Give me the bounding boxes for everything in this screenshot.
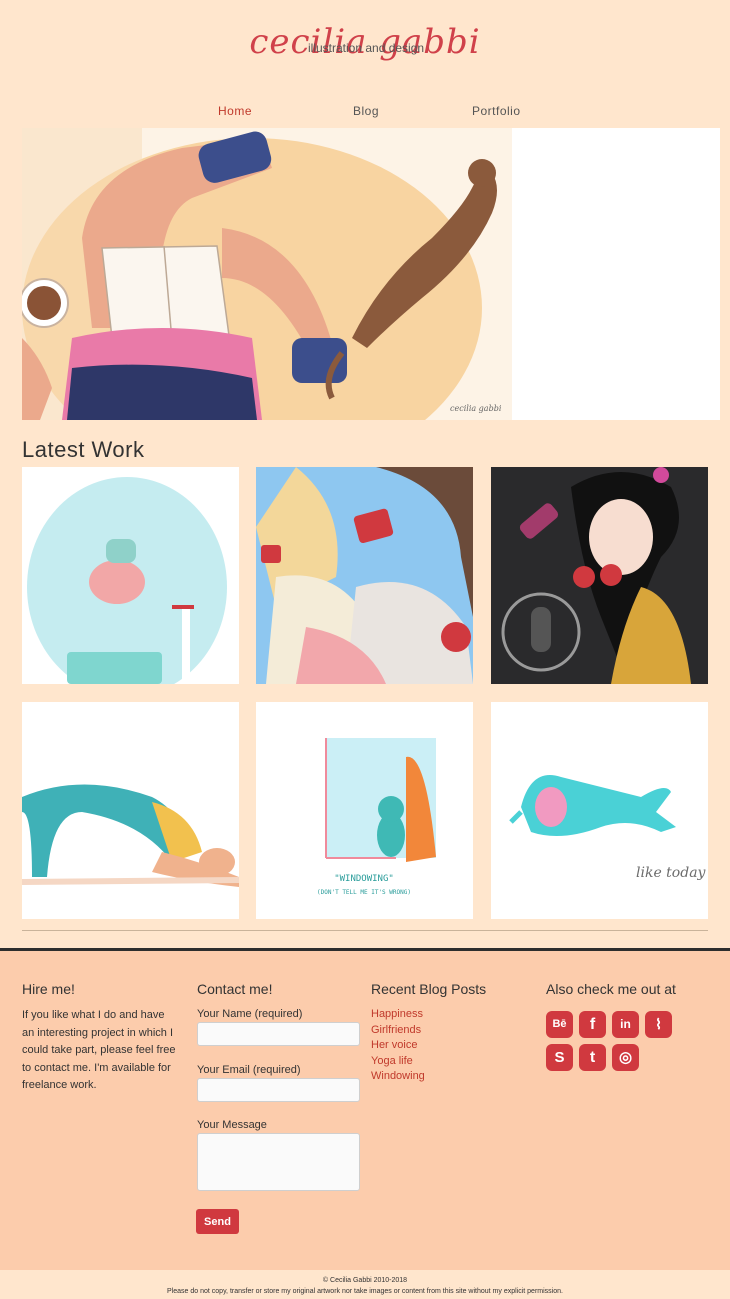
message-label: Your Message <box>197 1119 267 1131</box>
blog-section: Recent Blog Posts Happiness Girlfriends … <box>371 981 486 1085</box>
tile-2-artwork <box>256 467 473 684</box>
behance-icon[interactable]: Bē <box>546 1011 573 1038</box>
social-title: Also check me out at <box>546 981 676 997</box>
site-footer: Hire me! If you like what I do and have … <box>0 948 730 1270</box>
instagram-icon[interactable]: ◎ <box>612 1044 639 1071</box>
blog-link-yoga-life[interactable]: Yoga life <box>371 1054 486 1070</box>
nav-item-blog[interactable]: Blog <box>353 104 379 118</box>
rss-icon[interactable]: ⌇ <box>645 1011 672 1038</box>
copyright-text: © Cecilia Gabbi 2010-2018 <box>322 1277 408 1284</box>
tile-1-artwork <box>22 467 239 684</box>
tile-5-caption: "WINDOWING" <box>334 874 394 884</box>
name-field[interactable] <box>197 1022 360 1046</box>
work-tile-2[interactable] <box>256 467 473 684</box>
social-section: Also check me out at <box>546 981 676 1007</box>
email-field[interactable] <box>197 1078 360 1102</box>
hire-text: If you like what I do and have an intere… <box>22 1009 176 1091</box>
tumblr-icon[interactable]: t <box>579 1044 606 1071</box>
facebook-icon[interactable]: f <box>579 1011 606 1038</box>
linkedin-icon[interactable]: in <box>612 1011 639 1038</box>
nav-item-home[interactable]: Home <box>218 104 252 118</box>
nav-item-portfolio[interactable]: Portfolio <box>472 104 521 118</box>
tile-5-artwork: "WINDOWING" (DON'T TELL ME IT'S WRONG) <box>256 702 473 919</box>
work-tile-6[interactable]: like today <box>491 702 708 919</box>
tile-3-artwork <box>491 467 708 684</box>
name-label: Your Name (required) <box>197 1008 303 1020</box>
hire-section: Hire me! If you like what I do and have … <box>22 981 178 1095</box>
work-tile-5[interactable]: "WINDOWING" (DON'T TELL ME IT'S WRONG) <box>256 702 473 919</box>
latest-work-title: Latest Work <box>22 437 145 462</box>
tile-5-subcaption: (DON'T TELL ME IT'S WRONG) <box>317 889 411 896</box>
blog-link-happiness[interactable]: Happiness <box>371 1007 486 1023</box>
work-tile-3[interactable] <box>491 467 708 684</box>
message-field[interactable] <box>197 1133 360 1191</box>
hero-signature: cecilia gabbi <box>450 404 502 413</box>
contact-section: Contact me! <box>197 981 272 1007</box>
tile-6-caption: like today <box>636 865 707 881</box>
blog-title: Recent Blog Posts <box>371 981 487 997</box>
skype-icon[interactable]: S <box>546 1044 573 1071</box>
blog-link-girlfriends[interactable]: Girlfriends <box>371 1023 486 1039</box>
tile-6-artwork: like today <box>491 702 708 919</box>
email-label: Your Email (required) <box>197 1064 301 1076</box>
send-button[interactable]: Send <box>196 1209 239 1234</box>
copyright-notice: Please do not copy, transfer or store my… <box>167 1288 563 1295</box>
hire-title: Hire me! <box>22 981 75 997</box>
work-tile-4[interactable] <box>22 702 239 919</box>
blog-link-windowing[interactable]: Windowing <box>371 1069 486 1085</box>
hero-artwork: cecilia gabbi <box>22 128 512 420</box>
blog-link-her-voice[interactable]: Her voice <box>371 1038 486 1054</box>
content-divider <box>22 930 708 931</box>
tile-4-artwork <box>22 702 239 919</box>
contact-title: Contact me! <box>197 981 273 997</box>
site-subtitle: illustration and design <box>308 41 425 55</box>
work-tile-1[interactable] <box>22 467 239 684</box>
main-nav: Home Blog Portfolio <box>0 104 730 122</box>
hero-illustration: cecilia gabbi <box>22 128 720 420</box>
copyright-bar: © Cecilia Gabbi 2010-2018 Please do not … <box>0 1270 730 1299</box>
